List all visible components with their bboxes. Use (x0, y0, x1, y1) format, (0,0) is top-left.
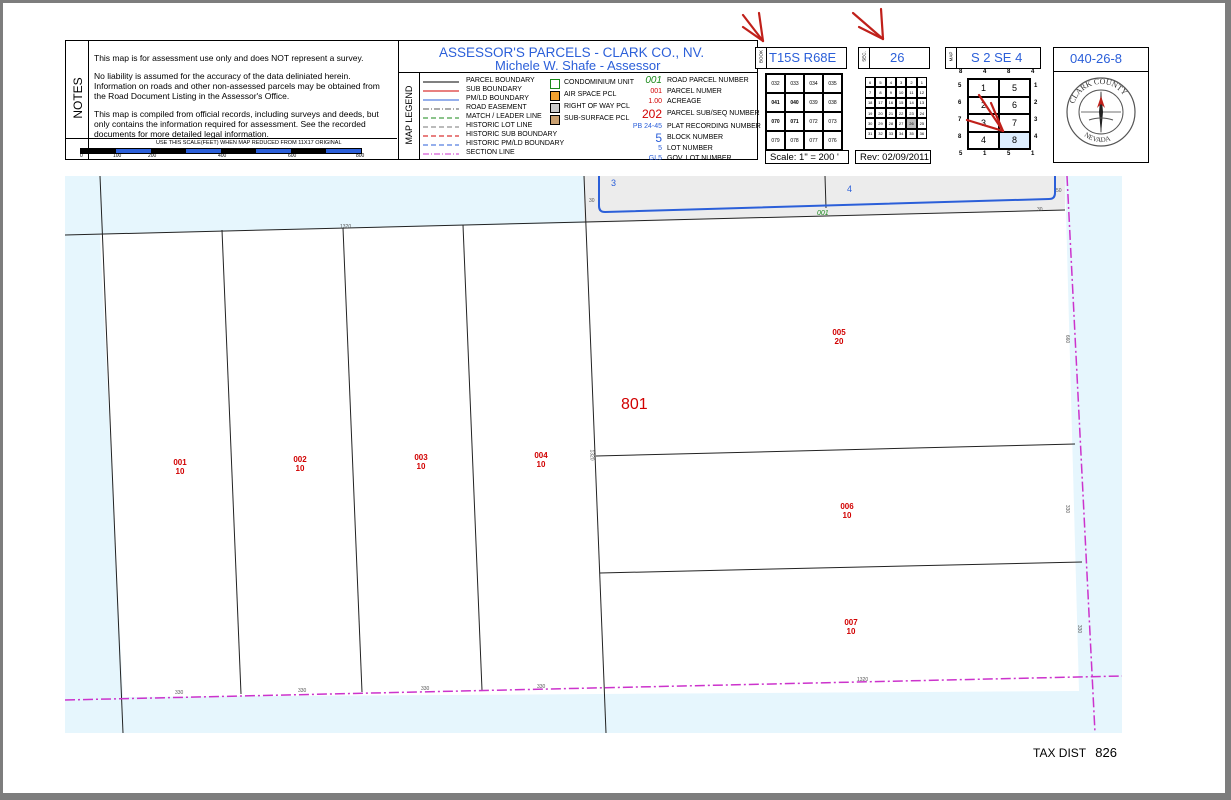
parcel-number: 005 (832, 328, 846, 337)
parcel-label: 005 20 (827, 328, 851, 346)
legend-symbol-sample: 202 (641, 107, 662, 121)
legend-symbol-label: ACREAGE (667, 98, 702, 105)
dimension-label: 50 (1056, 188, 1062, 194)
map-id-box: 040-26-8 CLARK COUNTY NEVADA (1053, 47, 1149, 163)
parcel-acreage: 10 (842, 511, 852, 520)
legend-line-label: HISTORIC SUB BOUNDARY (466, 131, 558, 138)
parcel-number: 004 (534, 451, 548, 460)
scale-tick: 400 (218, 153, 227, 159)
legend-swatch-label: RIGHT OF WAY PCL (564, 103, 630, 110)
parcel-map: 801 3 4 001 001 10 002 10 003 10 004 10 005 20 006… (65, 176, 1122, 733)
dimension-label: 330 (537, 684, 546, 690)
legend-swatch-label: CONDOMINIUM UNIT (564, 79, 634, 86)
notes-paragraph-3: This map is compiled from official recor… (94, 109, 379, 139)
dimension-label: 1320 (588, 449, 595, 461)
quarter-edge-label: 5 (1007, 151, 1011, 157)
dimension-label: 1320 (857, 677, 869, 683)
parcel-number: 006 (840, 502, 854, 511)
map-page: NOTES This map is for assessment use onl… (3, 3, 1225, 793)
dimension-label: 330 (421, 686, 430, 692)
parcel-number: 003 (414, 453, 428, 462)
legend-swatch (550, 115, 560, 125)
notes-label: NOTES (71, 77, 85, 119)
tax-dist-value: 826 (1095, 745, 1117, 760)
tax-dist-label: TAX DIST (1033, 746, 1086, 760)
parcel-acreage: 20 (834, 337, 844, 346)
dimension-label: 330 (1064, 504, 1071, 514)
scale-tick: 100 (113, 153, 122, 159)
legend-line-label: SECTION LINE (466, 149, 515, 156)
legend-line-label: SUB BOUNDARY (466, 86, 522, 93)
scale-box: Scale: 1" = 200 ' (765, 150, 849, 164)
legend-line-label: MATCH / LEADER LINE (466, 113, 542, 120)
legend-line-samples (423, 81, 459, 155)
legend-swatch-label: AIR SPACE PCL (564, 91, 617, 98)
dimension-label: 330 (298, 688, 307, 694)
parcel-number: 001 (173, 458, 187, 467)
legend-swatch (550, 103, 560, 113)
parcel-label: 004 10 (529, 451, 553, 469)
parcel-acreage: 10 (846, 627, 856, 636)
legend-line-label: ROAD EASEMENT (466, 104, 527, 111)
rev-text: Rev: 02/09/2011 (860, 152, 930, 163)
legend-line-label: PARCEL BOUNDARY (466, 77, 535, 84)
title-legend-panel: ASSESSOR'S PARCELS - CLARK CO., NV. Mich… (398, 40, 761, 162)
parcel-label: 002 10 (288, 455, 312, 473)
scale-text: Scale: 1" = 200 ' (770, 152, 839, 163)
lot-number-3: 3 (611, 178, 617, 188)
parcel-acreage: 10 (295, 464, 305, 473)
legend-symbol-label: GOV. LOT NUMBER (667, 155, 732, 162)
dimension-label: 330 (175, 690, 184, 696)
dimension-label: 30 (1037, 207, 1043, 213)
map-id: 040-26-8 (1070, 51, 1123, 66)
lot-number-4: 4 (847, 184, 853, 194)
notes-paragraph-1: This map is for assessment use only and … (94, 53, 364, 63)
legend-swatch-label: SUB-SURFACE PCL (564, 115, 630, 122)
legend-symbol-label: LOT NUMBER (667, 145, 713, 152)
parcel-label: 007 10 (839, 618, 863, 636)
dimension-label: 660 (1064, 334, 1071, 344)
notes-panel: NOTES This map is for assessment use onl… (65, 40, 399, 160)
dimension-label: 1320 (340, 224, 352, 230)
parcel-acreage: 10 (175, 467, 185, 476)
quarter-edge-label: 5 (959, 151, 963, 157)
legend-line-label: PM/LD BOUNDARY (466, 95, 529, 102)
parcel-acreage: 10 (536, 460, 546, 469)
legend-line-label: HISTORIC PM/LD BOUNDARY (466, 140, 565, 147)
quarter-edge-label: 1 (983, 151, 987, 157)
dimension-label: 330 (1076, 624, 1083, 634)
parcel-acreage: 10 (416, 462, 426, 471)
quarter-edge-label: 1 (1031, 151, 1035, 157)
block-number: 801 (621, 396, 648, 413)
legend-swatch (550, 79, 560, 89)
legend-label: MAP LEGEND (404, 85, 414, 145)
parcel-number: 007 (844, 618, 858, 627)
parcel-label: 001 10 (168, 458, 192, 476)
legend-line-label: HISTORIC LOT LINE (466, 122, 533, 129)
annotation-arrows (741, 7, 1005, 133)
county-seal: CLARK COUNTY NEVADA (1066, 77, 1136, 147)
legend-symbol-label: BLOCK NUMBER (667, 134, 724, 141)
parcel-label: 003 10 (409, 453, 433, 471)
assessor-name: Michele W. Shafe - Assessor (495, 58, 661, 73)
notes-paragraph-2: No liability is assumed for the accuracy… (94, 71, 380, 101)
legend-swatch (550, 91, 560, 101)
legend-symbol-label: PARCEL NUMER (667, 88, 722, 95)
scale-tick: 200 (148, 153, 157, 159)
scale-tick: 0 (80, 153, 83, 159)
scale-tick: 600 (288, 153, 297, 159)
parcel-label: 006 10 (835, 502, 859, 520)
tax-dist: TAX DIST 826 (1033, 745, 1117, 760)
road-parcel-number: 001 (817, 210, 829, 217)
parcel-number: 002 (293, 455, 307, 464)
scale-tick: 800 (356, 153, 365, 159)
scale-caption: USE THIS SCALE(FEET) WHEN MAP REDUCED FR… (156, 140, 342, 146)
legend-symbol-sample: GL5 (648, 155, 662, 162)
rev-box: Rev: 02/09/2011 (855, 150, 931, 164)
dimension-label: 30 (589, 198, 595, 204)
